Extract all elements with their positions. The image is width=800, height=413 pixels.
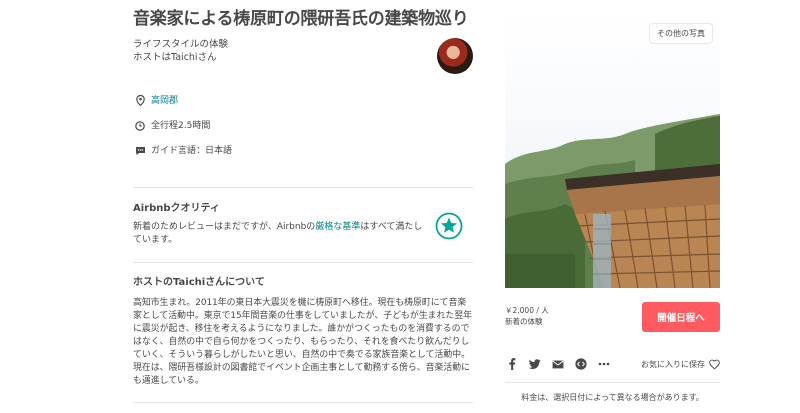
about-heading: ホストのTaichiさんについて: [133, 277, 265, 288]
info-language: ガイド言語：日本語: [133, 144, 473, 157]
section-divider: [133, 187, 473, 188]
experience-type: ライフスタイルの体験: [133, 39, 229, 50]
page-title: 音楽家による梼原町の隈研吾氏の建築物巡り: [133, 9, 469, 29]
host-summary: ライフスタイルの体験 ホストはTaichiさん: [133, 38, 473, 80]
more-icon[interactable]: [597, 358, 610, 371]
experience-photo[interactable]: その他の写真: [505, 14, 720, 288]
email-icon[interactable]: [551, 358, 564, 371]
facebook-icon[interactable]: [505, 358, 518, 371]
info-duration: 全行程2.5時間: [133, 119, 473, 132]
save-label: お気に入りに保存: [641, 359, 705, 369]
quality-text: 新着のためレビューはまだですが、Airbnbの厳格な基準はすべて満たしています。: [133, 221, 425, 247]
language-text: ガイド言語：日本語: [151, 145, 233, 156]
see-dates-button[interactable]: 開催日程へ: [642, 302, 720, 332]
location-link[interactable]: 高岡郡: [151, 95, 178, 107]
save-to-wishlist-button[interactable]: お気に入りに保存: [641, 359, 720, 370]
note-divider: [505, 382, 720, 383]
booking-panel: ￥2,000 / 人 新着の体験 開催日程へ: [505, 302, 720, 342]
clock-icon: [133, 120, 147, 132]
more-photos-button[interactable]: その他の写真: [650, 24, 712, 43]
quality-section: Airbnbクオリティ 新着のためレビューはまだですが、Airbnbの厳格な基準…: [133, 202, 473, 247]
quality-badge-icon: [435, 212, 463, 240]
about-host-section: ホストのTaichiさんについて 高知市生まれ。2011年の東日本大震災を機に梼…: [133, 276, 473, 388]
quality-heading: Airbnbクオリティ: [133, 203, 220, 214]
share-bar: お気に入りに保存: [505, 356, 720, 372]
host-avatar[interactable]: [437, 38, 473, 74]
section-divider: [133, 262, 473, 263]
info-location: 高岡郡: [133, 94, 473, 107]
twitter-icon[interactable]: [528, 358, 541, 371]
building-photo-illustration: [505, 14, 720, 288]
about-text: 高知市生まれ。2011年の東日本大震災を機に梼原町へ移住。現在も梼原町にて音楽家…: [133, 298, 472, 386]
experience-info: 高岡郡 全行程2.5時間 ガイド言語：日本語: [133, 94, 473, 157]
quality-standards-link[interactable]: 厳格な基準: [315, 222, 360, 232]
heart-icon: [709, 359, 720, 369]
quality-text-before: 新着のためレビューはまだですが、Airbnbの: [133, 222, 316, 232]
listing-main: 音楽家による梼原町の隈研吾氏の建築物巡り ライフスタイルの体験 ホストはTaic…: [133, 8, 473, 169]
embed-icon[interactable]: [574, 358, 587, 371]
duration-text: 全行程2.5時間: [151, 120, 211, 131]
host-name: ホストはTaichiさん: [133, 52, 217, 63]
chat-bubble-icon: [133, 145, 147, 157]
section-divider: [133, 402, 473, 403]
price-disclaimer: 料金は、選択日付によって異なる場合があります。: [521, 393, 704, 402]
location-pin-icon: [133, 95, 147, 107]
